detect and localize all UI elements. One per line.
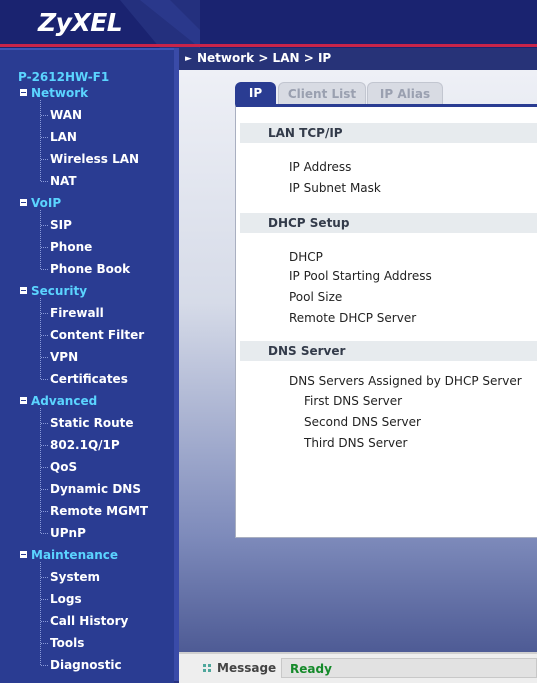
device-model: P-2612HW-F1 bbox=[18, 70, 110, 84]
nav-item-phone-book[interactable]: Phone Book bbox=[50, 259, 130, 279]
tree-branch bbox=[41, 115, 48, 116]
collapse-icon bbox=[20, 287, 27, 294]
settings-panel: LAN TCP/IP IP Address IP Subnet Mask DHC… bbox=[235, 104, 537, 538]
collapse-icon bbox=[20, 551, 27, 558]
message-icon bbox=[203, 664, 212, 673]
tree-branch bbox=[41, 511, 48, 512]
header-accent-line bbox=[0, 44, 537, 47]
nav-item-upnp[interactable]: UPnP bbox=[50, 523, 86, 543]
zyxel-logo: ZyXEL bbox=[38, 8, 123, 37]
tree-branch bbox=[41, 467, 48, 468]
section-lan-tcpip: LAN TCP/IP bbox=[240, 123, 537, 143]
tree-branch bbox=[41, 379, 48, 380]
nav-item-firewall[interactable]: Firewall bbox=[50, 303, 104, 323]
message-label: Message bbox=[217, 661, 277, 675]
nav-item-system[interactable]: System bbox=[50, 567, 100, 587]
tree-branch bbox=[41, 357, 48, 358]
collapse-icon bbox=[20, 199, 27, 206]
tab-ip-alias[interactable]: IP Alias bbox=[367, 82, 443, 105]
tree-branch bbox=[41, 665, 48, 666]
nav-item-remote-mgmt[interactable]: Remote MGMT bbox=[50, 501, 148, 521]
status-text: Ready bbox=[281, 658, 537, 678]
field-label-pool-size: Pool Size bbox=[289, 290, 343, 304]
tree-branch bbox=[41, 247, 48, 248]
nav-item-phone[interactable]: Phone bbox=[50, 237, 92, 257]
tree-branch bbox=[41, 599, 48, 600]
tree-branch bbox=[41, 159, 48, 160]
nav-category-maintenance[interactable]: Maintenance bbox=[20, 545, 118, 565]
field-label-dns-assigned: DNS Servers Assigned by DHCP Server bbox=[289, 374, 522, 388]
tree-branch bbox=[41, 577, 48, 578]
nav-item-802-1q-1p[interactable]: 802.1Q/1P bbox=[50, 435, 120, 455]
field-label-second-dns: Second DNS Server bbox=[304, 415, 421, 429]
tree-branch bbox=[41, 269, 48, 270]
nav-item-static-route[interactable]: Static Route bbox=[50, 413, 134, 433]
tree-branch bbox=[41, 423, 48, 424]
nav-item-sip[interactable]: SIP bbox=[50, 215, 72, 235]
tree-branch bbox=[41, 181, 48, 182]
nav-item-wan[interactable]: WAN bbox=[50, 105, 82, 125]
field-label-dhcp: DHCP bbox=[289, 250, 323, 264]
tree-branch bbox=[41, 489, 48, 490]
nav-item-vpn[interactable]: VPN bbox=[50, 347, 78, 367]
nav-category-voip[interactable]: VoIP bbox=[20, 193, 61, 213]
tree-branch bbox=[41, 621, 48, 622]
tree-branch bbox=[41, 335, 48, 336]
collapse-icon bbox=[20, 397, 27, 404]
status-bar: Message Ready bbox=[179, 652, 537, 683]
nav-category-network[interactable]: Network bbox=[20, 83, 88, 103]
field-label-remote-dhcp: Remote DHCP Server bbox=[289, 311, 417, 325]
nav-item-wireless-lan[interactable]: Wireless LAN bbox=[50, 149, 139, 169]
nav-item-qos[interactable]: QoS bbox=[50, 457, 77, 477]
nav-item-diagnostic[interactable]: Diagnostic bbox=[50, 655, 122, 675]
section-dhcp-setup: DHCP Setup bbox=[240, 213, 537, 233]
tree-line bbox=[40, 210, 41, 269]
tree-line bbox=[40, 100, 41, 181]
nav-item-logs[interactable]: Logs bbox=[50, 589, 82, 609]
tree-branch bbox=[41, 137, 48, 138]
tree-branch bbox=[41, 445, 48, 446]
tree-line bbox=[40, 298, 41, 379]
collapse-icon bbox=[20, 89, 27, 96]
tab-client-list[interactable]: Client List bbox=[278, 82, 366, 105]
content-header: ► Network > LAN > IP bbox=[179, 48, 537, 70]
nav-item-content-filter[interactable]: Content Filter bbox=[50, 325, 144, 345]
field-label-subnet-mask: IP Subnet Mask bbox=[289, 181, 381, 195]
field-label-first-dns: First DNS Server bbox=[304, 394, 403, 408]
tree-branch bbox=[41, 533, 48, 534]
tree-branch bbox=[41, 225, 48, 226]
tab-ip[interactable]: IP bbox=[235, 82, 276, 104]
field-label-pool-start: IP Pool Starting Address bbox=[289, 269, 432, 283]
nav-item-certificates[interactable]: Certificates bbox=[50, 369, 128, 389]
nav-item-tools[interactable]: Tools bbox=[50, 633, 84, 653]
tree-branch bbox=[41, 313, 48, 314]
field-label-ip-address: IP Address bbox=[289, 160, 352, 174]
tree-line bbox=[40, 408, 41, 533]
nav-item-nat[interactable]: NAT bbox=[50, 171, 77, 191]
nav-item-lan[interactable]: LAN bbox=[50, 127, 77, 147]
breadcrumb: Network > LAN > IP bbox=[197, 51, 332, 65]
nav-item-call-history[interactable]: Call History bbox=[50, 611, 128, 631]
nav-category-security[interactable]: Security bbox=[20, 281, 87, 301]
nav-category-advanced[interactable]: Advanced bbox=[20, 391, 97, 411]
nav-item-dynamic-dns[interactable]: Dynamic DNS bbox=[50, 479, 141, 499]
sidebar-nav: P-2612HW-F1 bbox=[0, 48, 174, 683]
app-header: ZyXEL bbox=[0, 0, 537, 48]
tree-branch bbox=[41, 643, 48, 644]
field-label-third-dns: Third DNS Server bbox=[304, 436, 408, 450]
section-dns-server: DNS Server bbox=[240, 341, 537, 361]
breadcrumb-arrow-icon: ► bbox=[185, 54, 192, 64]
